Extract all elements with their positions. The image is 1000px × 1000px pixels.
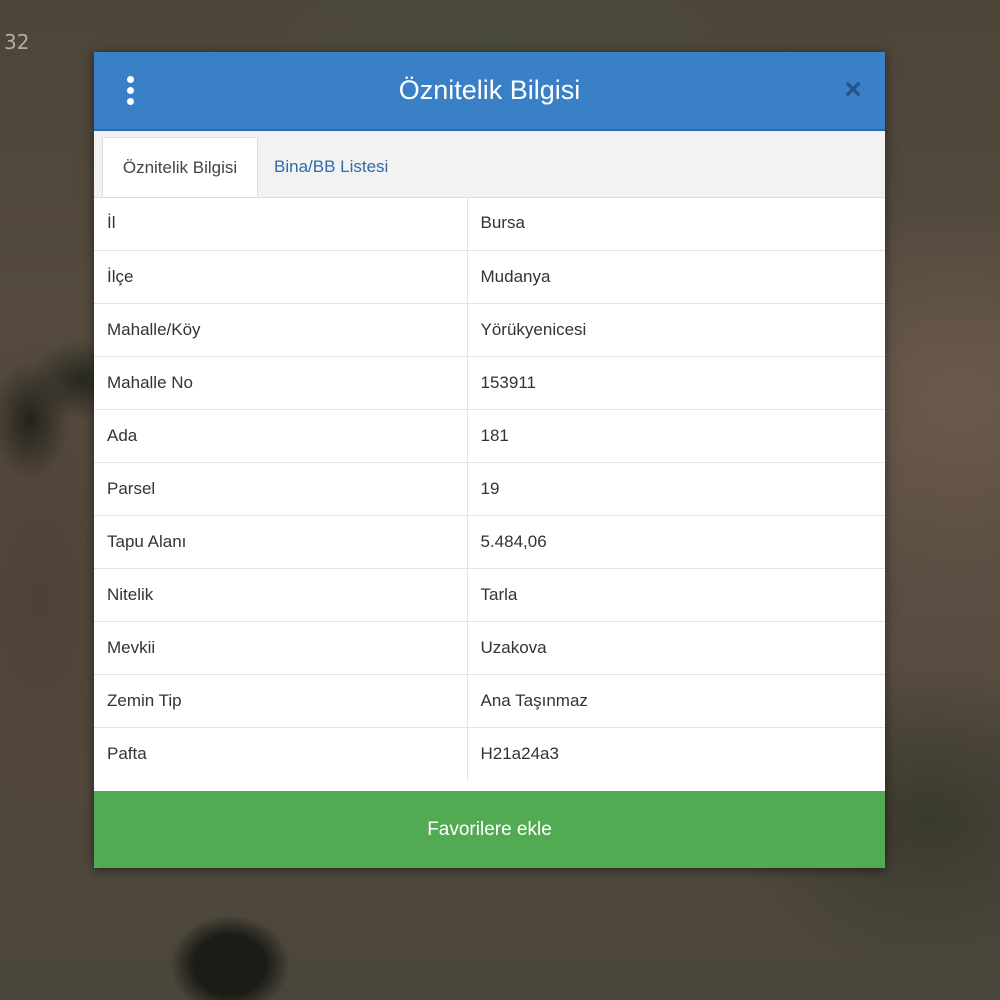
- close-icon[interactable]: ×: [839, 75, 867, 105]
- attribute-info-dialog: Öznitelik Bilgisi × Öznitelik Bilgisi Bi…: [94, 52, 885, 868]
- table-row: Ada 181: [94, 408, 885, 462]
- row-value: Ana Taşınmaz: [467, 673, 885, 727]
- row-key: Mahalle No: [94, 355, 468, 409]
- dialog-header: Öznitelik Bilgisi ×: [94, 52, 885, 131]
- row-value: H21a24a3: [467, 726, 885, 780]
- row-key: Parsel: [94, 461, 468, 515]
- row-value: Uzakova: [467, 620, 885, 674]
- row-key: Nitelik: [94, 567, 468, 621]
- table-row: İl Bursa: [94, 197, 885, 250]
- add-to-favorites-button[interactable]: Favorilere ekle: [94, 791, 885, 868]
- row-value: Bursa: [480, 213, 525, 233]
- row-key: Zemin Tip: [94, 673, 468, 727]
- row-value: Mudanya: [467, 249, 885, 303]
- table-row: Nitelik Tarla: [94, 567, 885, 621]
- row-key: Mahalle/Köy: [94, 302, 468, 356]
- tab-attribute-info[interactable]: Öznitelik Bilgisi: [102, 137, 258, 197]
- attribute-table-container[interactable]: İl Bursa İlçe Mudanya Mahalle/Köy Yörüky…: [94, 197, 885, 790]
- row-value: Yörükyenicesi: [467, 302, 885, 356]
- map-coordinate-text: 32: [4, 30, 30, 54]
- row-key: Mevkii: [94, 620, 468, 674]
- row-key: İl: [94, 197, 468, 250]
- row-value: Tarla: [467, 567, 885, 621]
- row-value: 153911: [467, 355, 885, 409]
- tab-building-list[interactable]: Bina/BB Listesi: [260, 137, 402, 197]
- table-row: Mevkii Uzakova: [94, 620, 885, 674]
- row-key: Pafta: [94, 726, 468, 780]
- vertical-ellipsis-icon[interactable]: [124, 76, 136, 106]
- row-value: 19: [467, 461, 885, 515]
- table-row: Tapu Alanı 5.484,06: [94, 514, 885, 568]
- row-key: İlçe: [94, 249, 468, 303]
- table-row: Mahalle/Köy Yörükyenicesi: [94, 302, 885, 356]
- table-row: Mahalle No 153911: [94, 355, 885, 409]
- row-value: 5.484,06: [467, 514, 885, 568]
- tab-bar: Öznitelik Bilgisi Bina/BB Listesi: [94, 131, 885, 198]
- dialog-title: Öznitelik Bilgisi: [398, 75, 581, 105]
- attribute-table: İl Bursa İlçe Mudanya Mahalle/Köy Yörüky…: [94, 197, 885, 780]
- row-key: Tapu Alanı: [94, 514, 468, 568]
- row-key: Ada: [94, 408, 468, 462]
- table-row: İlçe Mudanya: [94, 249, 885, 303]
- row-value: 181: [467, 408, 885, 462]
- table-row: Pafta H21a24a3: [94, 726, 885, 780]
- table-row: Zemin Tip Ana Taşınmaz: [94, 673, 885, 727]
- table-row: Parsel 19: [94, 461, 885, 515]
